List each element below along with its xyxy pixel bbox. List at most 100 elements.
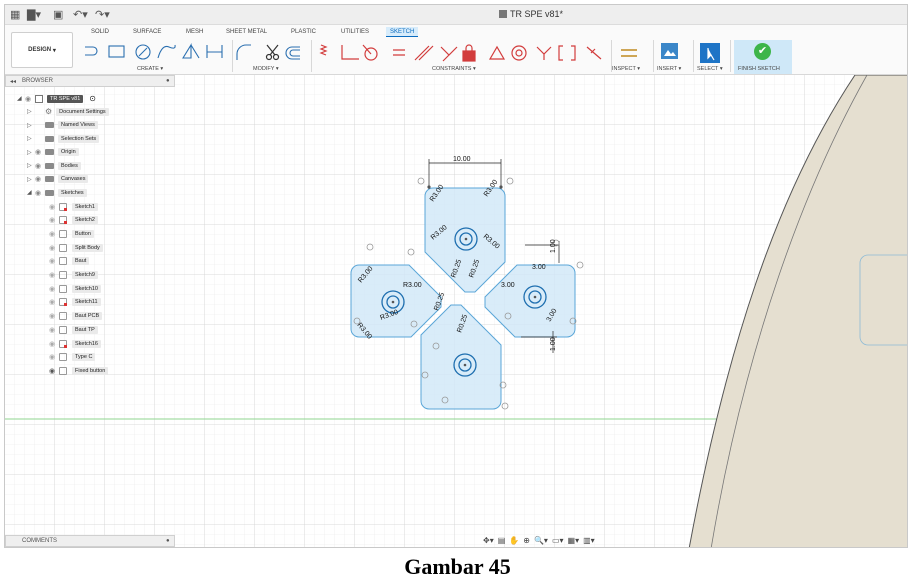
pin-icon[interactable]: ● [166,538,170,544]
comments-panel-header[interactable]: COMMENTS ● [5,535,175,547]
eye-icon[interactable]: ◉ [49,298,59,306]
concentric-icon [511,45,527,61]
sketch-item-sketch2[interactable]: ◉ Sketch2 [49,215,98,226]
rectangle-tool-icon [108,45,125,58]
sketch-item-label: Baut TP [72,325,98,334]
eye-icon[interactable]: ◉ [49,312,59,320]
select-group-label[interactable]: SELECT ▾ [697,66,723,72]
equal-icon [393,49,405,56]
sketch-item-label: Sketch1 [72,202,98,211]
zoom-icon[interactable]: ⊕ [523,536,530,547]
sketch-item-type-c[interactable]: ◉ Type C [49,352,96,363]
eye-icon[interactable]: ◉ [49,230,59,238]
sketch-item-baut-pcb[interactable]: ◉ Baut PCB [49,311,103,322]
eye-icon[interactable]: ◉ [35,189,45,197]
constraints-group-label[interactable]: CONSTRAINTS ▾ [432,66,476,72]
fusion-window: ▦ ▇▾ ▣ ↶▾ ↷▾ TR SPE v81* DESIGN ▾ SOLID … [4,4,908,548]
figure-caption: Gambar 45 [404,554,511,579]
sketch-viewport[interactable]: 10.00 R3.00 R3.00 R3.00 R3.00 R3.00 R3.0… [5,74,908,548]
sketch-item-sketch1[interactable]: ◉ Sketch1 [49,201,98,212]
browser-root[interactable]: ◢ ◉ TR SPE v81 ⊙ [17,93,96,104]
eye-icon[interactable]: ◉ [49,203,59,211]
viewport-canvas[interactable]: 10.00 R3.00 R3.00 R3.00 R3.00 R3.00 R3.0… [5,74,908,548]
eye-icon[interactable]: ◉ [49,367,59,375]
document-title: TR SPE v81* [499,9,563,19]
gear-icon: ⚙ [45,107,53,116]
look-at-icon[interactable]: ▤ [498,536,506,547]
browser-item-label: Selection Sets [58,134,100,143]
eye-icon[interactable]: ◉ [49,216,59,224]
file-menu-icon[interactable]: ▇▾ [27,8,41,21]
browser-item-origin[interactable]: ▷ ◉ Origin [27,147,79,158]
save-icon[interactable]: ▣ [53,8,63,21]
collapse-icon[interactable]: ◂◂ [10,78,16,85]
insert-group-label[interactable]: INSERT ▾ [657,66,681,72]
eye-icon[interactable]: ◉ [49,285,59,293]
modify-group-label[interactable]: MODIFY ▾ [253,66,279,72]
browser-panel-header[interactable]: ◂◂ BROWSER ● [5,75,175,87]
browser-item-named-views[interactable]: ▷ Named Views [27,120,98,131]
svg-text:3.00: 3.00 [501,282,515,289]
grid-menu-icon[interactable]: ▦ [10,8,20,21]
pan-icon[interactable]: ✋ [509,536,519,547]
sketch-icon [59,339,67,348]
eye-icon[interactable]: ◉ [35,175,45,183]
redo-icon[interactable]: ↷▾ [95,8,110,21]
zoom-window-icon[interactable]: 🔍▾ [534,536,548,547]
pin-icon[interactable]: ● [166,78,170,84]
expand-icon[interactable]: ▷ [27,149,35,156]
triangle-tool-icon [182,43,200,59]
eye-icon[interactable]: ◉ [35,148,45,156]
sketch-item-label: Button [72,229,94,238]
eye-icon[interactable]: ◉ [49,244,59,252]
dim-width: 10.00 [453,156,471,163]
eye-icon[interactable]: ◉ [49,271,59,279]
eye-icon[interactable]: ◉ [49,257,59,265]
sketch-item-label: Type C [72,353,96,362]
eye-icon[interactable]: ◉ [49,340,59,348]
sketch-item-sketch10[interactable]: ◉ Sketch10 [49,283,101,294]
expand-icon[interactable]: ◢ [27,189,35,196]
sketch-item-sketch16[interactable]: ◉ Sketch16 [49,338,101,349]
browser-item-sketches[interactable]: ◢ ◉ Sketches [27,187,87,198]
eye-icon[interactable]: ◉ [49,326,59,334]
sketch-item-button[interactable]: ◉ Button [49,228,94,239]
sketch-item-label: Sketch16 [72,339,101,348]
sketch-item-split-body[interactable]: ◉ Split Body [49,242,103,253]
browser-item-document-settings[interactable]: ▷ ⚙ Document Settings [27,106,109,117]
eye-icon[interactable]: ◉ [49,353,59,361]
orbit-icon[interactable]: ✥▾ [483,536,494,547]
root-label: TR SPE v81 [47,94,84,103]
sketch-item-label: Sketch9 [72,271,98,279]
browser-item-selection-sets[interactable]: ▷ Selection Sets [27,133,100,144]
sketch-item-sketch11[interactable]: ◉ Sketch11 [49,297,101,308]
sketch-icon [59,366,67,375]
sketch-icon [59,216,67,225]
expand-icon[interactable]: ▷ [27,162,35,169]
symmetry-icon [558,45,576,61]
sketch-icon [59,312,67,321]
sketch-item-sketch9[interactable]: ◉ Sketch9 [49,270,98,281]
browser-item-bodies[interactable]: ▷ ◉ Bodies [27,160,81,171]
eye-icon[interactable]: ◉ [35,162,45,170]
finish-sketch-button[interactable]: ✔ FINISH SKETCH [734,40,792,74]
expand-icon[interactable]: ▷ [27,122,35,129]
expand-icon[interactable]: ▷ [27,135,35,142]
expand-icon[interactable]: ▷ [27,108,35,115]
expand-icon[interactable]: ▷ [27,176,35,183]
browser-item-label: Origin [58,148,79,156]
sketch-icon [59,271,67,279]
sketch-item-fixed-button[interactable]: ◉ Fixed button [49,365,109,376]
sketch-item-baut-tp[interactable]: ◉ Baut TP [49,324,98,335]
browser-item-canvases[interactable]: ▷ ◉ Canvases [27,174,89,185]
viewports-icon[interactable]: ▥▾ [583,536,595,547]
midpoint-icon [440,46,458,62]
display-settings-icon[interactable]: ▭▾ [552,536,564,547]
sketch-item-baut[interactable]: ◉ Baut [49,256,90,267]
spline-tool-icon [157,44,176,59]
inspect-group-label[interactable]: INSPECT ▾ [612,66,640,72]
sketch-item-label: Baut PCB [72,312,103,321]
create-group-label[interactable]: CREATE ▾ [137,66,163,72]
grid-settings-icon[interactable]: ▦▾ [568,536,580,547]
undo-icon[interactable]: ↶▾ [73,8,88,21]
